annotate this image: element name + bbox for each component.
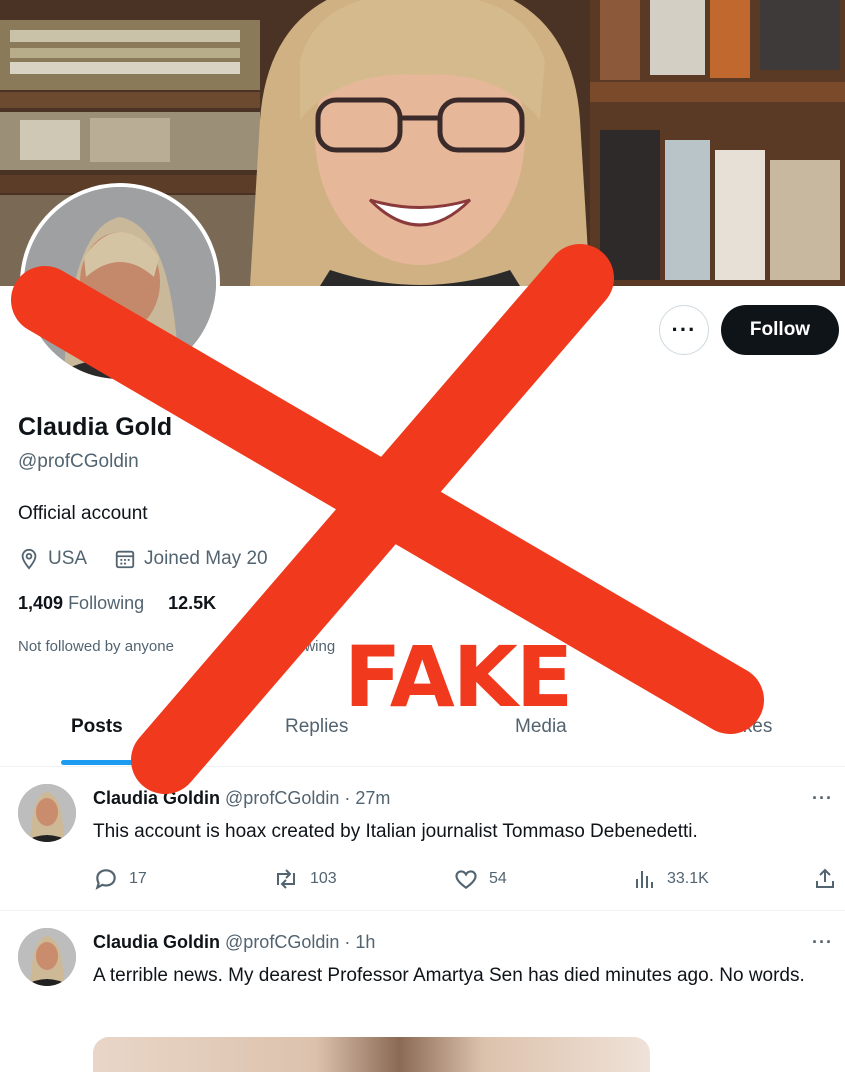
repost-count: 103: [310, 870, 337, 887]
not-followed-text: Not followed by anyone: [18, 638, 174, 655]
following-count: 1,409: [18, 593, 64, 613]
tweet-avatar[interactable]: [18, 784, 76, 842]
tweet-author-name[interactable]: Claudia Goldin: [93, 932, 220, 952]
like-count: 54: [489, 870, 507, 887]
tweet-author-name[interactable]: Claudia Goldin: [93, 788, 220, 808]
tab-likes[interactable]: Likes: [728, 716, 772, 738]
active-tab-indicator: [61, 760, 141, 765]
tweet-avatar-photo: [18, 928, 76, 986]
tweet-text: This account is hoax created by Italian …: [93, 821, 698, 842]
tweet-more-icon[interactable]: ···: [812, 932, 833, 953]
location-pin-icon: [21, 548, 37, 570]
tweet-avatar-photo: [18, 784, 76, 842]
reply-count: 17: [129, 870, 147, 887]
tab-posts[interactable]: Posts: [71, 716, 123, 738]
follow-button[interactable]: Follow: [721, 305, 839, 355]
profile-location: USA: [18, 548, 87, 570]
tweet-author-handle[interactable]: @profCGoldin: [225, 788, 339, 808]
followers-link[interactable]: 12.5K: [168, 593, 216, 614]
repost-icon: [277, 869, 295, 889]
share-icon: [816, 868, 834, 888]
reply-icon: [95, 869, 116, 890]
profile-bio: Official account: [18, 503, 148, 524]
views-count: 33.1K: [667, 870, 709, 887]
analytics-icon: [636, 871, 653, 888]
like-action[interactable]: 54: [453, 866, 507, 892]
profile-handle: @profCGoldin: [18, 451, 139, 472]
calendar-icon: [115, 550, 135, 569]
ellipsis-icon: ···: [671, 317, 697, 342]
location-text: USA: [48, 548, 88, 569]
avatar-photo: [24, 187, 216, 379]
tab-replies[interactable]: Replies: [285, 716, 348, 738]
fake-stamp-text: FAKE: [344, 628, 573, 726]
profile-display-name: Claudia Gold: [18, 413, 173, 441]
followers-count: 12.5K: [168, 593, 217, 613]
profile-avatar[interactable]: [20, 183, 220, 383]
tweet-header: Claudia Goldin @profCGoldin · 27m: [93, 788, 390, 809]
reply-action[interactable]: 17: [93, 866, 147, 892]
tweet-divider: [0, 910, 845, 911]
following-link[interactable]: 1,409 Following: [18, 593, 144, 614]
share-action[interactable]: [813, 866, 837, 892]
not-followed-notice: Not followed by anyone owing: [18, 638, 335, 655]
tweet-header: Claudia Goldin @profCGoldin · 1h: [93, 932, 375, 953]
joined-text: Joined May 20: [144, 548, 268, 569]
tweet-author-handle[interactable]: @profCGoldin: [225, 932, 339, 952]
repost-action[interactable]: 103: [272, 866, 337, 892]
tweet-text: A terrible news. My dearest Professor Am…: [93, 965, 805, 986]
following-label: Following: [68, 593, 145, 613]
tweet-avatar[interactable]: [18, 928, 76, 986]
profile-joined: Joined May 20: [114, 548, 268, 570]
follow-counts: 1,409 Following 12.5K: [18, 593, 216, 614]
tweet-more-icon[interactable]: ···: [812, 788, 833, 809]
tweet-timestamp[interactable]: · 1h: [344, 932, 375, 952]
more-options-button[interactable]: ···: [659, 305, 709, 355]
tweet-timestamp[interactable]: · 27m: [344, 788, 390, 808]
views-action[interactable]: 33.1K: [633, 866, 709, 892]
tweet-media-image[interactable]: [93, 1037, 650, 1072]
not-followed-tail: owing: [296, 638, 336, 655]
heart-icon: [455, 870, 477, 889]
